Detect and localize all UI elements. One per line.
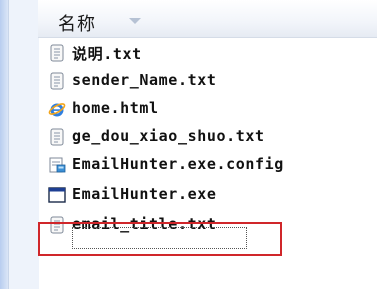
column-header-label: 名称 [58, 14, 96, 35]
file-item[interactable]: 说明.txt [38, 40, 377, 66]
file-item[interactable]: ge_dou_xiao_shuo.txt [38, 124, 377, 150]
text-file-icon [50, 72, 64, 90]
file-name: 说明.txt [72, 45, 142, 63]
navigation-pane-edge [0, 0, 8, 289]
file-item[interactable]: sender_Name.txt [38, 68, 377, 94]
exe-window-icon [48, 187, 66, 203]
red-highlight-annotation [38, 222, 282, 256]
file-name: ge_dou_xiao_shuo.txt [72, 127, 265, 145]
pane-divider[interactable] [8, 0, 39, 289]
file-item[interactable]: EmailHunter.exe.config [38, 152, 377, 178]
column-header-name[interactable]: 名称 [38, 0, 377, 38]
file-name: sender_Name.txt [72, 71, 217, 89]
text-file-icon [50, 128, 64, 146]
sort-dropdown-arrow-icon[interactable] [129, 18, 141, 24]
config-file-icon [49, 157, 66, 173]
ie-html-icon [48, 103, 66, 117]
text-file-icon [50, 44, 64, 62]
file-name: home.html [72, 99, 159, 117]
file-name: EmailHunter.exe [72, 185, 217, 203]
file-item[interactable]: home.html [38, 96, 377, 122]
file-name: EmailHunter.exe.config [72, 155, 284, 173]
file-item-selected[interactable]: EmailHunter.exe [38, 182, 377, 208]
